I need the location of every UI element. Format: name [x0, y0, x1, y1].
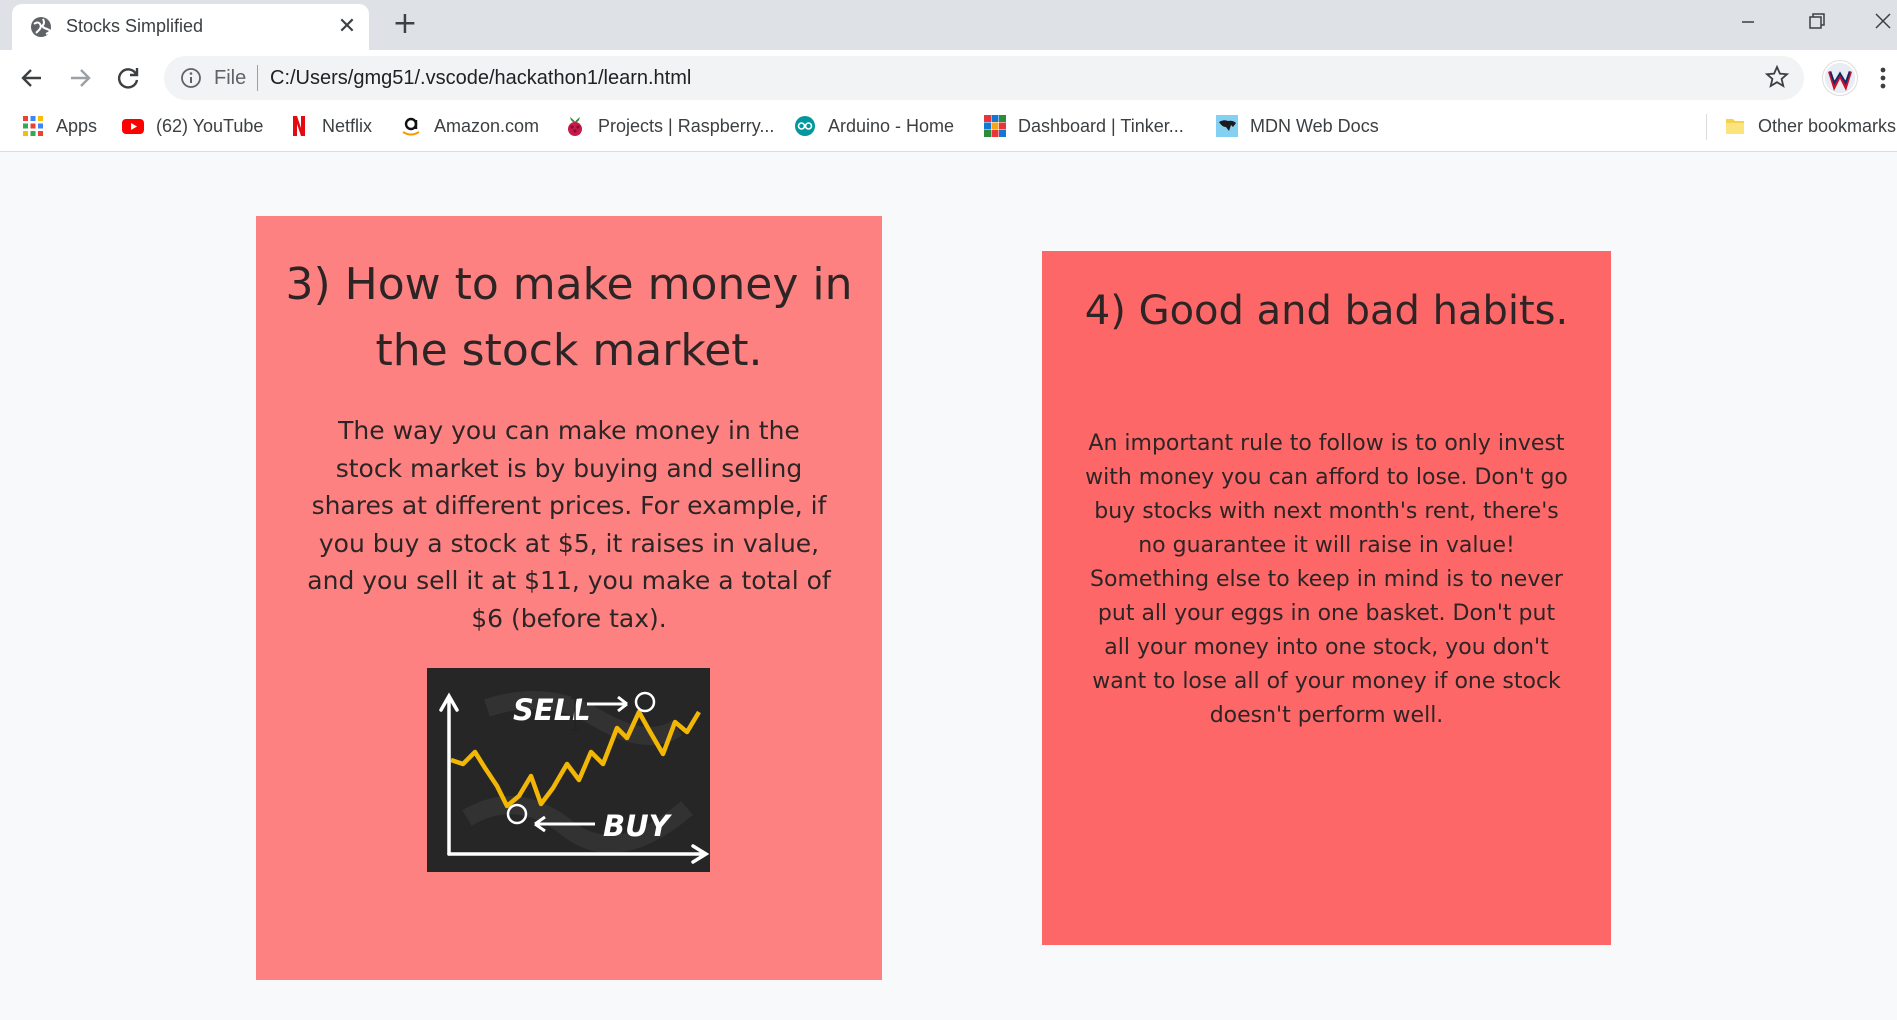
buy-label: BUY [603, 809, 673, 843]
bookmark-mdn[interactable]: MDN Web Docs [1216, 106, 1379, 146]
info-icon[interactable] [180, 67, 202, 89]
habits-card: 4) Good and bad habits. An important rul… [1042, 251, 1611, 945]
back-arrow-icon[interactable] [16, 62, 48, 94]
bookmark-label: Other bookmarks [1758, 115, 1897, 136]
money-card: 3) How to make money in the stock market… [256, 216, 882, 980]
close-window-icon[interactable] [1862, 6, 1897, 36]
minimize-icon[interactable] [1728, 6, 1768, 36]
habits-paragraph-2: Something else to keep in mind is to nev… [1090, 567, 1563, 728]
bookmark-other[interactable]: Other bookmarks [1724, 106, 1896, 146]
sell-buy-chart-image: SELL BUY [427, 668, 710, 872]
bookmark-tinkercad[interactable]: Dashboard | Tinker... [984, 106, 1184, 146]
arduino-icon [795, 116, 815, 136]
bookmark-amazon[interactable]: Amazon.com [400, 106, 539, 146]
raspberry-icon [568, 117, 582, 136]
youtube-icon [122, 119, 144, 134]
tinkercad-icon [984, 115, 1006, 137]
bookmarks-bar: Apps (62) YouTube Netflix Amazon.com Pro… [0, 106, 1897, 152]
bookmark-arduino[interactable]: Arduino - Home [794, 106, 954, 146]
close-tab-icon[interactable]: ✕ [335, 15, 359, 39]
bookmark-label: Apps [56, 115, 98, 136]
bookmark-label: MDN Web Docs [1250, 115, 1379, 136]
apps-grid-icon [23, 116, 43, 136]
new-tab-button[interactable]: + [390, 9, 420, 40]
bookmark-apps[interactable]: Apps [22, 106, 97, 146]
sell-buy-illustration: SELL BUY [427, 668, 710, 872]
bookmark-label: (62) YouTube [156, 115, 264, 136]
money-card-body: The way you can make money in the stock … [307, 416, 831, 633]
bookmark-label: Projects | Raspberry... [598, 115, 775, 136]
address-bar[interactable]: File C:/Users/gmg51/.vscode/hackathon1/l… [164, 56, 1804, 100]
browser-tab[interactable]: Stocks Simplified ✕ [12, 4, 369, 50]
profile-avatar-icon[interactable] [1822, 60, 1858, 96]
bookmark-label: Arduino - Home [828, 115, 955, 136]
restore-icon[interactable] [1796, 6, 1836, 36]
bookmarks-divider [1706, 114, 1707, 140]
text-cursor-icon [571, 697, 579, 731]
globe-icon [31, 17, 51, 37]
bookmark-raspberry[interactable]: Projects | Raspberry... [564, 106, 774, 146]
tab-strip: Stocks Simplified ✕ + [0, 0, 1897, 50]
habits-card-body: An important rule to follow is to only i… [1082, 427, 1571, 733]
bookmark-star-icon[interactable] [1764, 64, 1790, 90]
forward-arrow-icon[interactable] [64, 62, 96, 94]
amazon-icon [402, 117, 420, 136]
bookmark-label: Netflix [322, 115, 373, 136]
bookmark-label: Dashboard | Tinker... [1018, 115, 1184, 136]
page-content: 3) How to make money in the stock market… [0, 152, 1897, 1020]
mdn-icon [1216, 115, 1238, 137]
netflix-icon [293, 116, 305, 136]
url-text[interactable]: C:/Users/gmg51/.vscode/hackathon1/learn.… [270, 67, 691, 90]
reload-icon[interactable] [112, 62, 144, 94]
tab-title: Stocks Simplified [66, 16, 204, 36]
more-menu-icon[interactable] [1876, 62, 1890, 94]
omnibox-divider [257, 65, 258, 91]
browser-toolbar: File C:/Users/gmg51/.vscode/hackathon1/l… [0, 50, 1897, 106]
habits-card-title: 4) Good and bad habits. [1084, 288, 1569, 334]
habits-paragraph-1: An important rule to follow is to only i… [1085, 431, 1568, 558]
folder-icon [1726, 119, 1744, 134]
money-card-title: 3) How to make money in the stock market… [285, 259, 853, 376]
bookmark-netflix[interactable]: Netflix [288, 106, 372, 146]
url-scheme: File [214, 67, 247, 89]
bookmark-label: Amazon.com [434, 115, 540, 136]
bookmark-youtube[interactable]: (62) YouTube [122, 106, 263, 146]
